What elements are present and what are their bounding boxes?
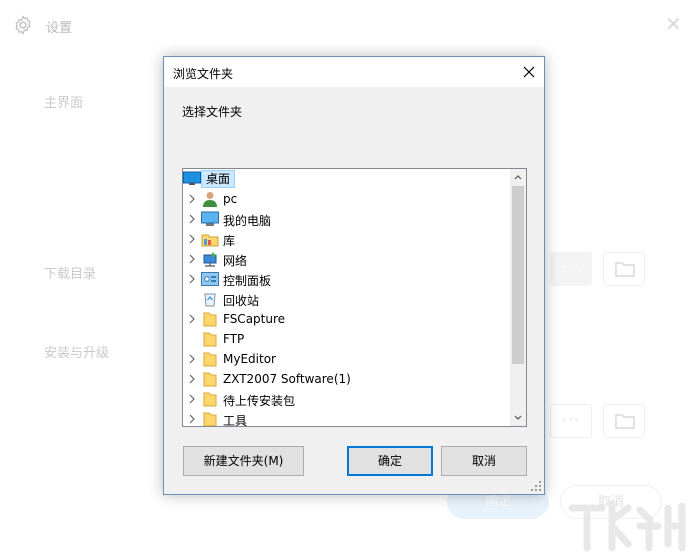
tree-item-library[interactable]: 库 — [183, 229, 510, 249]
chevron-right-icon[interactable] — [187, 394, 197, 404]
scroll-up-button[interactable] — [510, 169, 526, 185]
section-main-label[interactable]: 主界面 — [44, 92, 83, 111]
chevron-right-icon[interactable] — [187, 234, 197, 244]
tree-item-label: FSCapture — [223, 312, 286, 326]
ok-button[interactable]: 确定 — [347, 446, 433, 476]
browse-folder-dialog: 浏览文件夹 选择文件夹 桌面 pc 我的电脑 库 网络 控制面板 回收站 FSC… — [163, 56, 545, 495]
folder-icon — [203, 332, 217, 347]
folder-icon — [615, 262, 635, 277]
folder-icon — [203, 392, 217, 407]
library-icon — [201, 234, 219, 247]
tree-item-label: 库 — [223, 234, 236, 248]
install-open-folder-button[interactable] — [603, 404, 645, 438]
tree-item-folder[interactable]: 待上传安装包 — [183, 389, 510, 409]
tree-item-pc[interactable]: pc — [183, 189, 510, 209]
chevron-right-icon[interactable] — [187, 214, 197, 224]
section-install-label[interactable]: 安装与升级 — [44, 342, 109, 361]
tree-item-my-computer[interactable]: 我的电脑 — [183, 209, 510, 229]
tree-item-label: 我的电脑 — [223, 214, 272, 228]
tree-item-folder[interactable]: MyEditor — [183, 349, 510, 369]
control-panel-icon — [201, 272, 219, 286]
settings-close-icon[interactable]: ✕ — [665, 14, 682, 34]
tree-item-label: ZXT2007 Software(1) — [223, 372, 351, 386]
tree-item-folder[interactable]: FTP — [183, 329, 510, 349]
folder-icon — [203, 352, 217, 367]
folder-icon — [203, 412, 217, 426]
download-open-folder-button[interactable] — [603, 252, 645, 286]
tree-item-folder[interactable]: 工具 — [183, 409, 510, 427]
folder-icon — [203, 312, 217, 327]
chevron-right-icon[interactable] — [187, 414, 197, 424]
chevron-right-icon[interactable] — [187, 314, 197, 324]
chevron-down-icon — [514, 415, 522, 420]
settings-title: 设置 — [46, 21, 73, 36]
tree-item-label: 待上传安装包 — [223, 394, 296, 408]
chevron-right-icon[interactable] — [187, 374, 197, 384]
folder-tree[interactable]: 桌面 pc 我的电脑 库 网络 控制面板 回收站 FSCapture FTP M… — [182, 168, 527, 427]
tree-item-folder[interactable]: ZXT2007 Software(1) — [183, 369, 510, 389]
resize-grip-icon[interactable] — [530, 480, 542, 492]
download-browse-button[interactable]: ··· — [550, 252, 592, 286]
dialog-description: 选择文件夹 — [182, 105, 243, 119]
tree-item-label: 工具 — [223, 414, 248, 427]
chevron-right-icon[interactable] — [187, 194, 197, 204]
tree-scrollbar[interactable] — [510, 169, 526, 426]
chevron-right-icon[interactable] — [187, 274, 197, 284]
tree-item-desktop[interactable]: 桌面 — [183, 169, 510, 189]
tree-item-label: MyEditor — [223, 352, 276, 366]
scroll-down-button[interactable] — [510, 410, 526, 426]
dialog-close-button[interactable] — [518, 61, 540, 83]
section-download-label[interactable]: 下载目录 — [44, 263, 96, 282]
chevron-right-icon[interactable] — [187, 254, 197, 264]
dialog-title: 浏览文件夹 — [173, 67, 234, 81]
network-icon — [203, 252, 217, 267]
gear-icon — [15, 15, 31, 35]
recycle-bin-icon — [204, 293, 216, 307]
dialog-titlebar[interactable]: 浏览文件夹 — [164, 57, 544, 87]
new-folder-button[interactable]: 新建文件夹(M) — [183, 446, 304, 476]
more-icon: ··· — [561, 257, 581, 276]
desktop-icon — [183, 171, 201, 185]
tree-item-label: 控制面板 — [223, 274, 272, 288]
more-icon: ··· — [561, 410, 581, 429]
tree-item-label: 回收站 — [223, 294, 260, 308]
tree-item-control-panel[interactable]: 控制面板 — [183, 269, 510, 289]
watermark-logo — [568, 500, 686, 552]
folder-icon — [203, 372, 217, 387]
cancel-button[interactable]: 取消 — [441, 446, 527, 476]
tree-item-folder[interactable]: FSCapture — [183, 309, 510, 329]
chevron-right-icon[interactable] — [187, 354, 197, 364]
tree-item-label: 网络 — [223, 254, 248, 268]
user-icon — [203, 192, 217, 207]
close-icon — [523, 66, 535, 78]
tree-item-label: FTP — [223, 332, 245, 346]
tree-item-recycle-bin[interactable]: 回收站 — [183, 289, 510, 309]
scroll-thumb[interactable] — [512, 186, 524, 364]
chevron-up-icon — [514, 175, 522, 180]
computer-icon — [201, 211, 219, 226]
install-browse-button[interactable]: ··· — [550, 404, 592, 438]
tree-item-label: pc — [223, 192, 238, 206]
tree-item-label: 桌面 — [201, 170, 236, 188]
folder-tree-rows: 桌面 pc 我的电脑 库 网络 控制面板 回收站 FSCapture FTP M… — [183, 169, 510, 427]
folder-icon — [615, 414, 635, 429]
tree-item-network[interactable]: 网络 — [183, 249, 510, 269]
